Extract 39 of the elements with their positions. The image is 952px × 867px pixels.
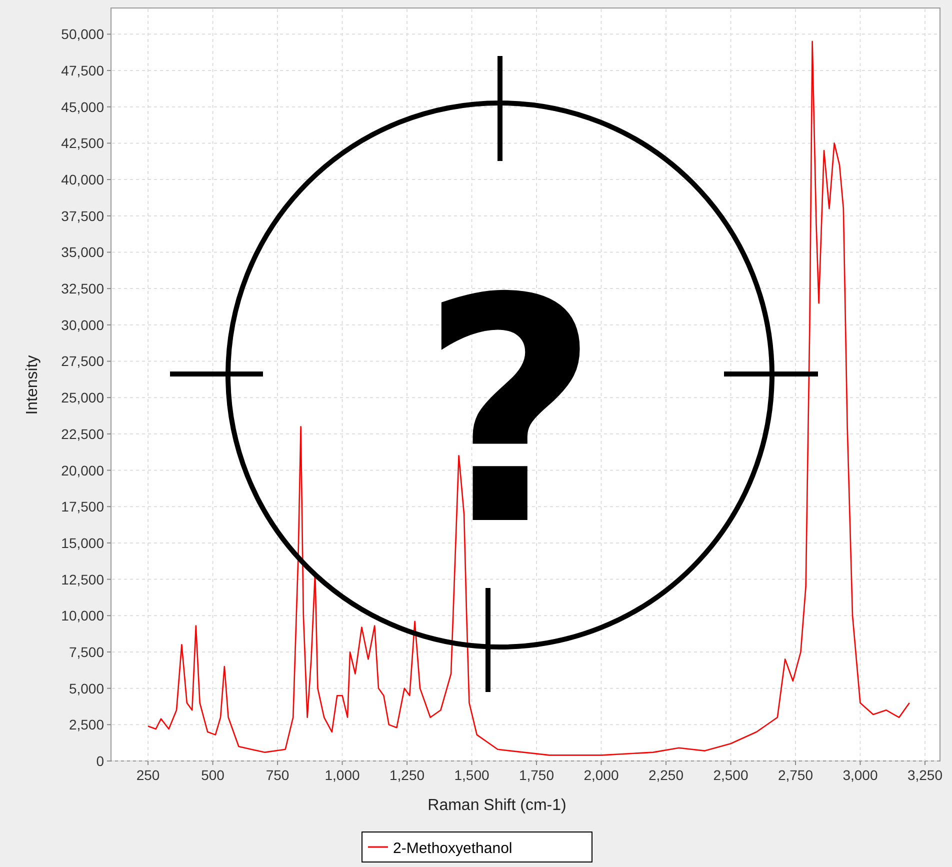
y-tick-label: 20,000 — [61, 462, 104, 478]
y-tick-label: 7,500 — [68, 644, 104, 660]
y-tick-label: 47,500 — [61, 62, 104, 78]
y-tick-label: 30,000 — [61, 316, 104, 333]
x-tick-label: 750 — [266, 767, 290, 783]
y-tick-label: 5,000 — [68, 680, 104, 696]
x-tick-label: 3,000 — [842, 767, 878, 783]
y-tick-label: 0 — [96, 753, 104, 769]
x-tick-label: 250 — [136, 767, 160, 783]
y-tick-label: 45,000 — [61, 98, 104, 115]
legend-line-icon — [368, 846, 388, 848]
x-tick-label: 2,250 — [648, 767, 684, 783]
x-tick-label: 1,750 — [518, 767, 554, 783]
x-tick-label: 2,750 — [778, 767, 813, 783]
y-tick-label: 40,000 — [61, 172, 104, 188]
y-tick-label: 22,500 — [61, 426, 104, 442]
y-tick-label: 27,500 — [61, 353, 104, 370]
legend-label: 2-Methoxyethanol — [393, 840, 512, 857]
x-tick-label: 500 — [201, 767, 224, 783]
y-tick-label: 10,000 — [61, 608, 104, 624]
x-axis-title: Raman Shift (cm-1) — [428, 797, 566, 814]
y-tick-label: 32,500 — [61, 280, 104, 297]
y-tick-label: 17,500 — [61, 498, 104, 515]
x-tick-label: 1,500 — [454, 767, 490, 783]
x-tick-label: 1,250 — [390, 767, 425, 783]
y-tick-label: 2,500 — [68, 716, 104, 733]
y-tick-label: 50,000 — [61, 26, 104, 42]
question-mark: ? — [420, 233, 600, 594]
x-tick-label: 1,000 — [324, 767, 360, 783]
y-tick-label: 15,000 — [61, 534, 104, 551]
y-axis-title: Intensity — [24, 355, 41, 415]
y-tick-label: 25,000 — [61, 390, 104, 406]
x-tick-label: 3,250 — [907, 767, 942, 783]
y-tick-label: 35,000 — [61, 244, 104, 260]
y-tick-label: 37,500 — [61, 208, 104, 224]
x-tick-label: 2,000 — [584, 767, 619, 783]
y-tick-label: 42,500 — [61, 135, 104, 152]
y-tick-label: 12,500 — [61, 571, 104, 588]
x-tick-label: 2,500 — [713, 767, 748, 783]
